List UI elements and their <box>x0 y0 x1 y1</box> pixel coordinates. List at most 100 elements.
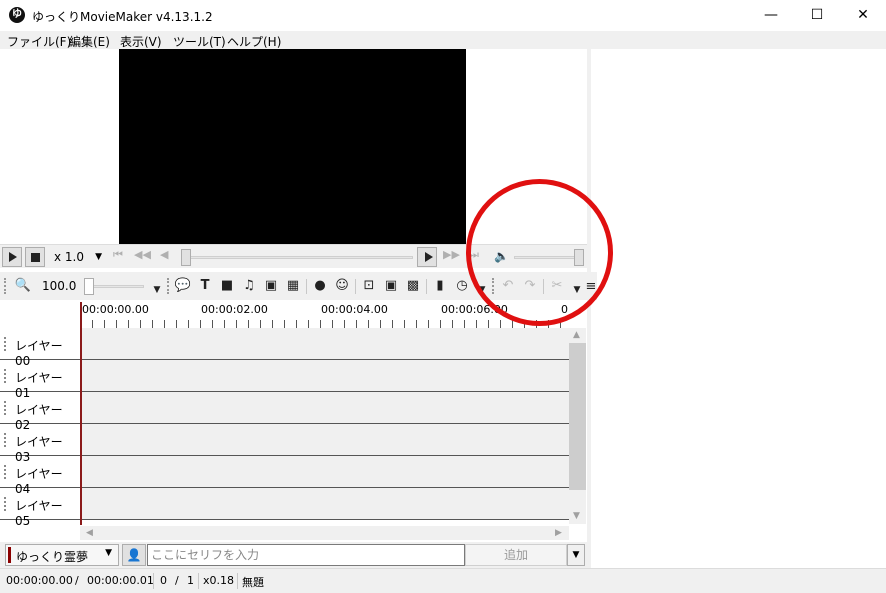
effect-icon[interactable]: ⊡ <box>360 277 378 295</box>
layer-track[interactable] <box>80 424 569 456</box>
layer-track[interactable] <box>80 328 569 360</box>
playback-speed-select[interactable]: x 1.0 ▼ <box>48 247 106 267</box>
step-back-icon[interactable]: ◀ <box>160 248 168 261</box>
image-icon[interactable]: ▣ <box>262 277 280 295</box>
project-name: 無題 <box>242 576 264 589</box>
layer-header[interactable]: レイヤー 03 <box>0 424 80 464</box>
voice-settings-button[interactable]: 👤 <box>122 544 146 566</box>
drag-handle-icon[interactable] <box>4 401 6 415</box>
layer-track[interactable] <box>80 360 569 392</box>
layer-header[interactable]: レイヤー 01 <box>0 360 80 400</box>
vertical-scroll-thumb[interactable] <box>569 343 586 490</box>
app-logo-icon: ゆ <box>9 7 25 23</box>
drag-handle-icon[interactable] <box>4 369 6 383</box>
scroll-down-icon[interactable]: ▼ <box>573 511 580 521</box>
dialogue-input[interactable] <box>147 544 465 566</box>
menu-file[interactable]: ファイル(F) <box>7 33 71 50</box>
close-button[interactable]: ✕ <box>840 0 886 31</box>
scroll-right-icon[interactable]: ▶ <box>555 528 562 538</box>
layer-track[interactable] <box>80 392 569 424</box>
drag-handle-icon[interactable] <box>4 465 6 479</box>
menu-edit[interactable]: 編集(E) <box>69 33 110 50</box>
drag-handle-icon[interactable] <box>4 497 6 511</box>
step-forward-button[interactable] <box>417 247 437 267</box>
next-frame-icon[interactable]: ▶▶ <box>443 248 460 261</box>
overflow-icon[interactable]: ▼ <box>148 281 166 299</box>
minimize-button[interactable]: — <box>748 0 794 31</box>
playback-bar: x 1.0 ▼ ⏮ ◀◀ ◀ ▶▶ ⏭ 🔈 <box>0 244 587 268</box>
toolbar-menu-icon[interactable]: ≡ <box>582 278 600 296</box>
zoom-slider-thumb[interactable] <box>84 278 94 295</box>
skip-end-icon[interactable]: ⏭ <box>469 248 479 262</box>
add-button[interactable]: 追加 <box>465 544 567 566</box>
timeline-horizontal-scrollbar[interactable] <box>80 526 569 540</box>
window-title: ゆっくりMovieMaker v4.13.1.2 <box>32 10 213 24</box>
menu-view[interactable]: 表示(V) <box>120 33 162 50</box>
zoom-icon: 🔍 <box>14 278 32 293</box>
clock-icon[interactable]: ◷ <box>453 277 471 295</box>
layer-header[interactable]: レイヤー 05 <box>0 488 80 528</box>
prev-frame-icon[interactable]: ◀◀ <box>134 248 151 261</box>
volume-slider-thumb[interactable] <box>574 249 584 266</box>
timeline-track-area[interactable] <box>80 328 569 520</box>
ruler-label: 00:00:02.00 <box>201 303 268 316</box>
bookmark-icon[interactable]: ▮ <box>431 277 449 295</box>
playback-speed-value: x 1.0 <box>54 250 84 264</box>
stop-button[interactable] <box>25 247 45 267</box>
ruler-label: 0 <box>561 303 568 316</box>
overflow-icon[interactable]: ▼ <box>473 281 491 299</box>
skip-start-icon[interactable]: ⏮ <box>113 248 123 262</box>
render-speed: x0.18 <box>203 574 235 587</box>
layer-track[interactable] <box>80 456 569 488</box>
timeline-toolbar: 🔍 100.0 ▼ 💬 T ■ ♫ ▣ ▦ ● ☺ ⊡ ▣ ▩ ▮ ◷ ▼ ↶ … <box>0 272 597 300</box>
zoom-value: 100.0 <box>42 279 77 293</box>
total-time: 00:00:00.01 <box>87 574 154 587</box>
layer-header[interactable]: レイヤー 02 <box>0 392 80 432</box>
redo-icon[interactable]: ↷ <box>521 277 539 295</box>
item-properties-pane <box>591 49 886 568</box>
scissors-icon[interactable]: ✂ <box>548 277 566 295</box>
layer-track[interactable] <box>80 488 569 520</box>
ruler-label: 00:00:00.00 <box>82 303 149 316</box>
speech-bubble-icon[interactable]: 💬 <box>174 277 192 295</box>
volume-track[interactable] <box>514 256 580 259</box>
layer-header[interactable]: レイヤー 00 <box>0 328 80 368</box>
smiley-icon[interactable]: ☺ <box>333 277 351 295</box>
seek-track[interactable] <box>185 256 413 259</box>
zoom-track[interactable] <box>88 285 144 288</box>
video-preview[interactable] <box>119 49 466 244</box>
scroll-up-icon[interactable]: ▲ <box>573 330 580 340</box>
playhead[interactable] <box>80 302 82 525</box>
layer-header[interactable]: レイヤー 04 <box>0 456 80 496</box>
undo-icon[interactable]: ↶ <box>499 277 517 295</box>
drag-handle-icon[interactable] <box>4 337 6 351</box>
toolbar-grip[interactable] <box>167 278 169 294</box>
toolbar-grip[interactable] <box>492 278 494 294</box>
image-effect-icon[interactable]: ▣ <box>382 277 400 295</box>
character-select[interactable]: ゆっくり霊夢 ▼ <box>5 544 119 566</box>
ruler-ticks <box>80 320 569 328</box>
ruler-label: 00:00:04.00 <box>321 303 388 316</box>
stop-icon <box>31 253 40 262</box>
status-divider <box>198 573 199 589</box>
timeline-ruler[interactable]: 00:00:00.00 00:00:02.00 00:00:04.00 00:0… <box>80 300 569 328</box>
menu-help[interactable]: ヘルプ(H) <box>227 33 281 50</box>
seek-slider-thumb[interactable] <box>181 249 191 266</box>
grid-icon[interactable]: ▩ <box>404 277 422 295</box>
status-bar: 00:00:00.00 / 00:00:00.01 0 / 1 x0.18 無題 <box>0 568 886 593</box>
text-icon[interactable]: T <box>196 277 214 295</box>
toolbar-grip[interactable] <box>4 278 6 294</box>
play-button[interactable] <box>2 247 22 267</box>
add-options-button[interactable]: ▼ <box>567 544 585 566</box>
add-shapes-icon[interactable]: ▦ <box>284 277 302 295</box>
scroll-left-icon[interactable]: ◀ <box>86 528 93 538</box>
person-icon[interactable]: ● <box>311 277 329 295</box>
speaker-icon[interactable]: 🔈 <box>494 249 509 263</box>
maximize-button[interactable]: ☐ <box>794 0 840 31</box>
play-icon <box>9 252 17 262</box>
music-note-icon[interactable]: ♫ <box>240 277 258 295</box>
drag-handle-icon[interactable] <box>4 433 6 447</box>
menu-tools[interactable]: ツール(T) <box>173 33 226 50</box>
toolbar-divider <box>543 279 544 294</box>
video-camera-icon[interactable]: ■ <box>218 277 236 295</box>
